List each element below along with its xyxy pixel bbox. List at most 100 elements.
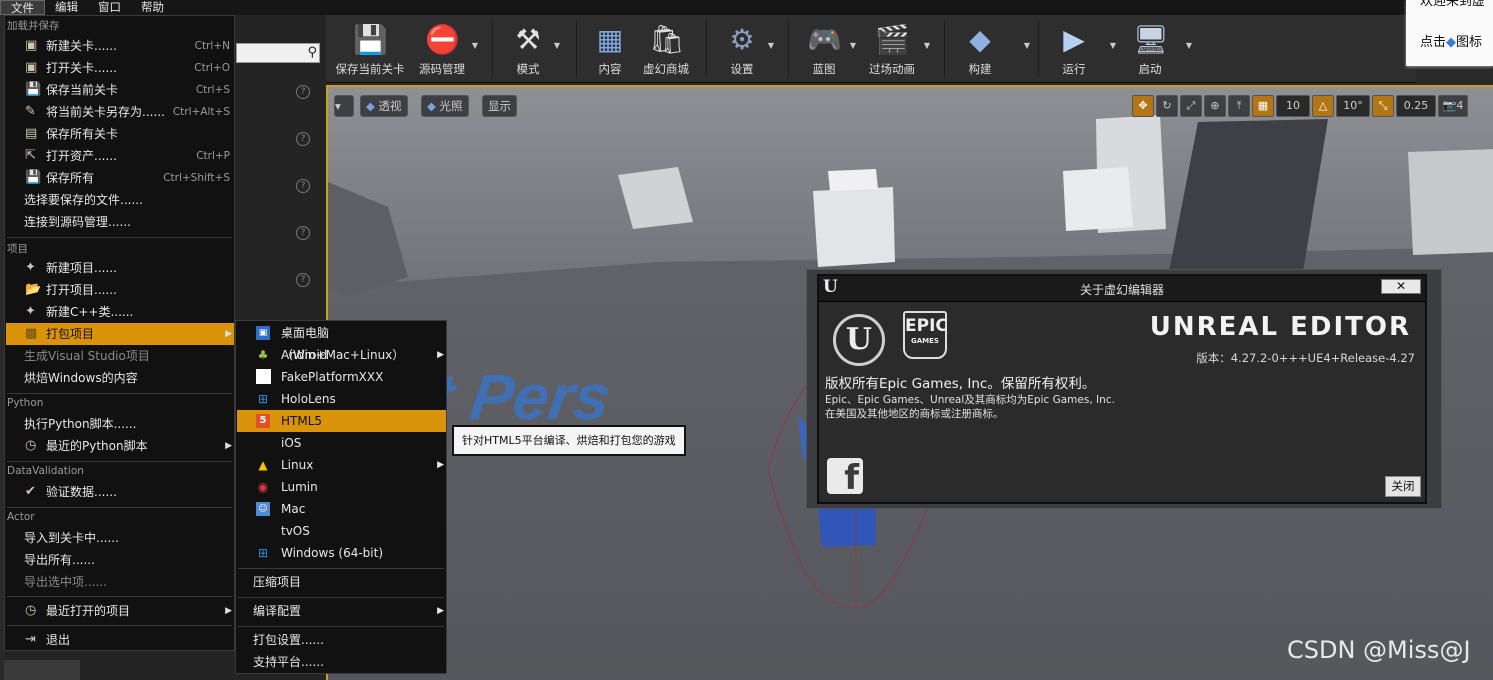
save-icon: 💾	[25, 82, 42, 97]
world-icon[interactable]: ⊕	[1204, 95, 1226, 117]
blank-icon	[256, 369, 271, 384]
connect-source-control-item[interactable]: 连接到源码管理......	[6, 211, 234, 233]
help-icon[interactable]: ?	[296, 85, 310, 99]
open-project-item[interactable]: 📂 打开项目......	[6, 279, 234, 301]
packaging-settings-item[interactable]: 打包设置......	[237, 629, 446, 651]
cook-windows-content-item[interactable]: 烘焙Windows的内容	[6, 367, 234, 389]
save-all-item[interactable]: 💾 保存所有 Ctrl+Shift+S	[6, 167, 234, 189]
chevron-down-icon[interactable]: ▼	[472, 41, 478, 50]
open-asset-item[interactable]: ⇱ 打开资产...... Ctrl+P	[6, 145, 234, 167]
build-button[interactable]: ◆ 构建 ▼	[958, 19, 1031, 79]
viewport-options-button[interactable]: ▾	[334, 95, 354, 117]
shortcut-text: Ctrl+O	[194, 62, 230, 74]
facebook-icon[interactable]: f	[827, 458, 863, 494]
grid-snap-value[interactable]: 10	[1276, 95, 1310, 117]
save-all-levels-item[interactable]: ▤ 保存所有关卡	[6, 123, 234, 145]
platform-lumin-item[interactable]: ◉ Lumin	[237, 476, 446, 498]
close-button[interactable]: 关闭	[1385, 476, 1421, 497]
package-project-item[interactable]: ▩ 打包项目 ▶	[6, 323, 234, 345]
camera-speed-button[interactable]: 📷4	[1438, 95, 1468, 117]
grid-snap-icon[interactable]: ▦	[1252, 95, 1274, 117]
export-selected-item[interactable]: 导出选中项......	[6, 571, 234, 593]
platform-linux-item[interactable]: ▲ Linux ▶	[237, 454, 446, 476]
chevron-down-icon[interactable]: ▼	[1024, 41, 1030, 50]
platform-ios-item[interactable]: iOS	[237, 432, 446, 454]
blueprint-icon: 🎮	[807, 23, 842, 56]
chevron-down-icon[interactable]: ▼	[1110, 41, 1116, 50]
help-icon[interactable]: ?	[296, 132, 310, 146]
scale-icon[interactable]: ⤢	[1180, 95, 1202, 117]
source-control-button[interactable]: ⛔ 源码管理 ▼	[416, 19, 478, 79]
chevron-down-icon[interactable]: ▼	[554, 41, 560, 50]
platform-desktop-item[interactable]: ▣ 桌面电脑（Win+Mac+Linux）	[237, 322, 446, 362]
welcome-tutorial-popup[interactable]: 欢迎来到虚 点击◆图标	[1406, 0, 1493, 66]
save-current-level-button[interactable]: 💾 保存当前关卡	[332, 19, 408, 79]
chevron-right-icon: ▶	[225, 329, 232, 339]
supported-platforms-item[interactable]: 支持平台......	[237, 651, 446, 673]
chevron-down-icon[interactable]: ▼	[850, 41, 856, 50]
recent-python-scripts-item[interactable]: ◷ 最近的Python脚本 ▶	[6, 435, 234, 457]
export-all-item[interactable]: 导出所有......	[6, 549, 234, 571]
rotation-snap-value[interactable]: 10°	[1336, 95, 1370, 117]
zip-project-item[interactable]: 压缩项目	[237, 571, 446, 593]
platform-windows-item[interactable]: ⊞ Windows (64-bit)	[237, 542, 446, 564]
help-icon[interactable]: ?	[296, 226, 310, 240]
rotate-icon[interactable]: ↻	[1156, 95, 1178, 117]
scale-snap-value[interactable]: 0.25	[1396, 95, 1436, 117]
play-button[interactable]: ▶ 运行 ▼	[1052, 19, 1117, 79]
welcome-text: 欢迎来到虚	[1420, 0, 1486, 9]
chevron-down-icon[interactable]: ▼	[768, 41, 774, 50]
menu-edit[interactable]: 编辑	[45, 0, 88, 15]
copyright-text: 版权所有Epic Games, Inc。保留所有权利。	[825, 376, 1096, 392]
platform-hololens-item[interactable]: ⊞ HoloLens	[237, 388, 446, 410]
menu-item-label: Lumin	[281, 480, 318, 494]
scale-snap-icon[interactable]: ⤡	[1372, 95, 1394, 117]
build-configuration-item[interactable]: 编译配置 ▶	[237, 600, 446, 622]
modes-button[interactable]: ⚒ 模式 ▼	[506, 19, 560, 79]
lit-button[interactable]: ◆ 光照	[421, 95, 469, 117]
help-icon[interactable]: ?	[296, 273, 310, 287]
import-into-level-item[interactable]: 导入到关卡中......	[6, 527, 234, 549]
choose-files-to-save-item[interactable]: 选择要保存的文件......	[6, 189, 234, 211]
content-button[interactable]: ▦ 内容	[588, 19, 632, 79]
toolbar-divider	[944, 21, 945, 77]
generate-vs-project-item[interactable]: 生成Visual Studio项目	[6, 345, 234, 367]
marketplace-button[interactable]: 🛍 虚幻商城	[638, 19, 694, 79]
validate-data-item[interactable]: ✔ 验证数据......	[6, 481, 234, 503]
settings-button[interactable]: ⚙ 设置 ▼	[720, 19, 774, 79]
platform-fake-item[interactable]: FakePlatformXXX	[237, 366, 446, 388]
platform-html5-item[interactable]: 5 HTML5	[237, 410, 446, 432]
platform-mac-item[interactable]: ☺ Mac	[237, 498, 446, 520]
search-input[interactable]: ⚲	[236, 43, 320, 63]
menu-window[interactable]: 窗口	[88, 0, 131, 15]
menu-file[interactable]: 文件	[0, 0, 45, 15]
launch-button[interactable]: 🖥 启动 ▼	[1128, 19, 1192, 79]
platform-tvos-item[interactable]: tvOS	[237, 520, 446, 542]
tutorial-icon: ◆	[1446, 35, 1457, 50]
menu-item-label: 生成Visual Studio项目	[24, 349, 150, 363]
blueprints-button[interactable]: 🎮 蓝图 ▼	[802, 19, 856, 79]
cinematics-button[interactable]: 🎬 过场动画 ▼	[864, 19, 930, 79]
open-level-item[interactable]: ▣ 打开关卡...... Ctrl+O	[6, 57, 234, 79]
help-icon[interactable]: ?	[296, 179, 310, 193]
chevron-down-icon[interactable]: ▼	[924, 41, 930, 50]
search-icon: ⚲	[307, 45, 317, 60]
new-cpp-class-item[interactable]: ✦ 新建C++类......	[6, 301, 234, 323]
execute-python-script-item[interactable]: 执行Python脚本......	[6, 413, 234, 435]
translate-icon[interactable]: ✥	[1132, 95, 1154, 117]
save-current-level-item[interactable]: 💾 保存当前关卡 Ctrl+S	[6, 79, 234, 101]
new-level-item[interactable]: ▣ 新建关卡...... Ctrl+N	[6, 35, 234, 57]
perspective-button[interactable]: ◆ 透视	[360, 95, 408, 117]
exit-item[interactable]: ⇥ 退出	[6, 629, 234, 651]
trademark-text: Epic、Epic Games、Unreal及其商标均为Epic Games, …	[825, 394, 1115, 406]
recent-projects-item[interactable]: ◷ 最近打开的项目 ▶	[6, 600, 234, 622]
menu-help[interactable]: 帮助	[131, 0, 174, 15]
chevron-down-icon[interactable]: ▼	[1186, 41, 1192, 50]
platform-android-item[interactable]: ♣ Android ▶	[237, 344, 446, 366]
rotation-snap-icon[interactable]: △	[1312, 95, 1334, 117]
show-button[interactable]: 显示	[482, 95, 517, 117]
surface-snap-icon[interactable]: ⤒	[1228, 95, 1250, 117]
save-level-as-item[interactable]: ✎ 将当前关卡另存为...... Ctrl+Alt+S	[6, 101, 234, 123]
new-project-item[interactable]: ✦ 新建项目......	[6, 257, 234, 279]
close-icon[interactable]: ✕	[1381, 279, 1421, 294]
